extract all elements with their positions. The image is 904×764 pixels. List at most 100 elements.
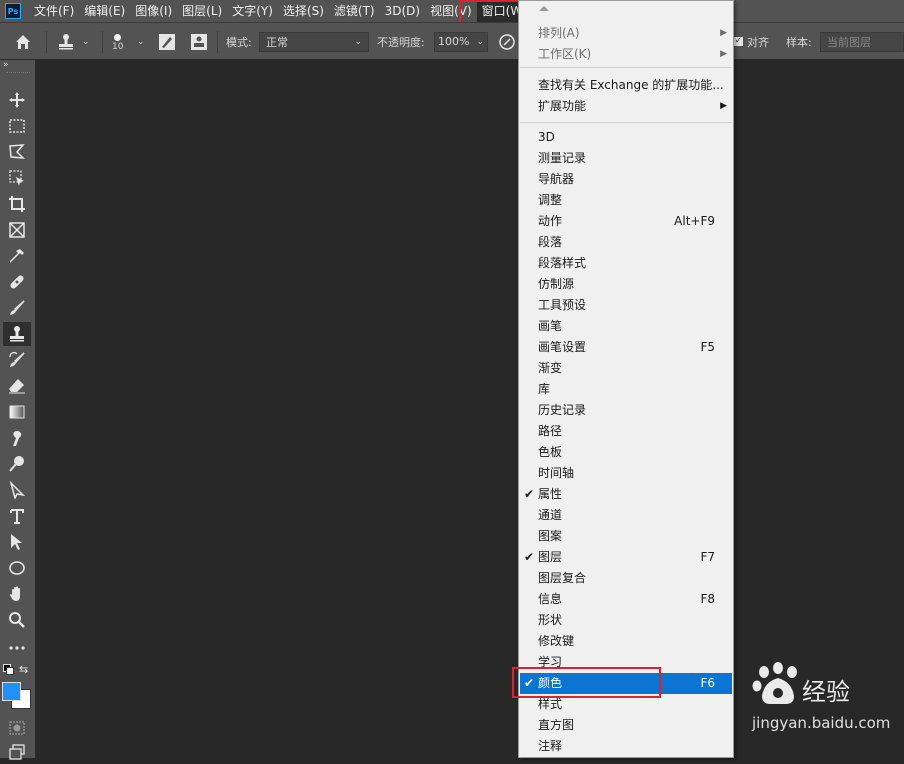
window-menu-item-shortcut: F6 [700, 676, 715, 690]
window-menu-item[interactable]: 修改键 [520, 631, 732, 652]
opacity-value: 100% [438, 35, 470, 48]
pen-tool[interactable] [3, 478, 31, 502]
window-menu-item-label: 信息 [538, 592, 563, 606]
tools-panel: » ⇆ [0, 60, 36, 760]
window-menu-item[interactable]: ✔ 颜色 F6 [520, 673, 732, 694]
window-menu-item[interactable]: 时间轴 [520, 463, 732, 484]
eyedropper-tool[interactable] [3, 244, 31, 268]
dodge-icon [9, 456, 24, 472]
window-menu-item[interactable]: 仿制源 [520, 274, 732, 295]
window-menu-item[interactable]: 排列(A) ▶ [520, 23, 732, 44]
window-menu-item-label: 段落 [538, 235, 563, 249]
object-selection-tool[interactable] [3, 166, 31, 190]
window-menu-item[interactable]: 库 [520, 379, 732, 400]
move-tool[interactable] [3, 88, 31, 112]
quick-mask-button[interactable] [3, 716, 31, 740]
window-menu-item[interactable]: 导航器 [520, 169, 732, 190]
tool-preset-picker[interactable]: ⌄ [56, 23, 90, 60]
brush-tool[interactable] [3, 296, 31, 320]
sample-select[interactable]: 当前图层 [820, 31, 904, 52]
ellipse-tool[interactable] [3, 556, 31, 580]
type-tool[interactable] [3, 504, 31, 528]
edit-toolbar-button[interactable] [3, 636, 31, 660]
opacity-label: 不透明度: [377, 35, 425, 49]
window-menu-item-label: 直方图 [538, 718, 575, 732]
window-menu-item[interactable]: 渐变 [520, 358, 732, 379]
menu-8[interactable]: 视图(V) [425, 0, 477, 22]
clone-source-button[interactable] [190, 23, 208, 60]
window-menu-item[interactable]: 样式 [520, 694, 732, 715]
window-menu-item[interactable]: 扩展功能 ▶ [520, 96, 732, 117]
window-menu-item[interactable]: 段落样式 [520, 253, 732, 274]
scroll-up-arrow-icon[interactable] [539, 6, 549, 11]
window-menu-item[interactable]: 学习 [520, 652, 732, 673]
window-menu-item[interactable]: ✔ 图层 F7 [520, 547, 732, 568]
gradient-tool[interactable] [3, 400, 31, 424]
menu-5[interactable]: 选择(S) [278, 0, 329, 22]
eraser-tool[interactable] [3, 374, 31, 398]
menu-4[interactable]: 文字(Y) [227, 0, 278, 22]
brush-settings-button[interactable] [158, 23, 176, 60]
window-menu-item[interactable]: 调整 [520, 190, 732, 211]
path-selection-icon [9, 481, 26, 499]
foreground-color-swatch[interactable] [2, 682, 21, 701]
marquee-tool[interactable] [3, 114, 31, 138]
window-menu-item-label: 图层 [538, 550, 563, 564]
window-menu-item[interactable]: 注释 [520, 736, 732, 757]
healing-brush-tool[interactable] [3, 270, 31, 294]
menu-1[interactable]: 编辑(E) [79, 0, 130, 22]
home-button[interactable] [14, 23, 32, 60]
menu-2[interactable]: 图像(I) [130, 0, 177, 22]
chevron-down-icon[interactable]: ⌄ [137, 23, 145, 60]
window-menu-item[interactable]: 信息 F8 [520, 589, 732, 610]
window-menu-item[interactable]: 段落 [520, 232, 732, 253]
window-menu-item[interactable]: 测量记录 [520, 148, 732, 169]
zoom-tool[interactable] [3, 608, 31, 632]
window-menu-item[interactable]: 通道 [520, 505, 732, 526]
window-menu-item[interactable]: 路径 [520, 421, 732, 442]
window-menu-item-label: 时间轴 [538, 466, 575, 480]
window-menu-item-label: 渐变 [538, 361, 563, 375]
hand-tool[interactable] [3, 582, 31, 606]
collapse-toolbar-icon[interactable]: » [0, 60, 35, 70]
history-brush-tool[interactable] [3, 348, 31, 372]
window-menu-item[interactable]: 动作 Alt+F9 [520, 211, 732, 232]
dodge-tool[interactable] [3, 452, 31, 476]
window-menu-item[interactable]: 直方图 [520, 715, 732, 736]
window-menu-item[interactable]: 形状 [520, 610, 732, 631]
crop-tool[interactable] [3, 192, 31, 216]
clone-stamp-tool[interactable] [3, 322, 31, 346]
pressure-opacity-button[interactable] [498, 23, 516, 60]
smudge-tool[interactable] [3, 426, 31, 450]
menu-7[interactable]: 3D(D) [380, 0, 425, 22]
screen-mode-button[interactable] [3, 740, 31, 764]
window-menu-item[interactable]: 工具预设 [520, 295, 732, 316]
default-colors-icon[interactable] [3, 664, 14, 675]
swap-colors-icon[interactable]: ⇆ [19, 663, 28, 676]
opacity-input[interactable]: 100% ⌄ [434, 31, 488, 52]
window-menu-item[interactable]: 画笔设置 F5 [520, 337, 732, 358]
window-menu-item[interactable]: 3D [520, 127, 732, 148]
window-menu-item[interactable]: 图案 [520, 526, 732, 547]
window-menu-item[interactable]: 工作区(K) ▶ [520, 44, 732, 65]
checkmark-icon: ✔ [524, 550, 535, 564]
frame-tool[interactable] [3, 218, 31, 242]
mode-select[interactable]: 正常 ⌄ [259, 31, 369, 52]
window-menu-item[interactable]: 图层复合 [520, 568, 732, 589]
menu-0[interactable]: 文件(F) [29, 0, 79, 22]
menu-6[interactable]: 滤镜(T) [329, 0, 380, 22]
direct-selection-tool[interactable] [3, 530, 31, 554]
window-menu-item[interactable]: ✔ 属性 [520, 484, 732, 505]
brush-preset-picker[interactable]: 10 [112, 23, 123, 60]
menu-3[interactable]: 图层(L) [177, 0, 227, 22]
toolbar-grip[interactable] [6, 72, 30, 75]
window-menu-item[interactable]: 历史记录 [520, 400, 732, 421]
sample-label: 样本: [786, 35, 812, 49]
lasso-tool[interactable] [3, 140, 31, 164]
window-menu-item[interactable]: 查找有关 Exchange 的扩展功能... [520, 75, 732, 96]
window-menu-item-label: 排列(A) [538, 26, 580, 40]
canvas-area[interactable] [37, 60, 904, 758]
window-menu-item[interactable]: 画笔 [520, 316, 732, 337]
window-menu-item[interactable]: 色板 [520, 442, 732, 463]
align-checkbox[interactable]: ✓ 对齐 [734, 23, 769, 60]
